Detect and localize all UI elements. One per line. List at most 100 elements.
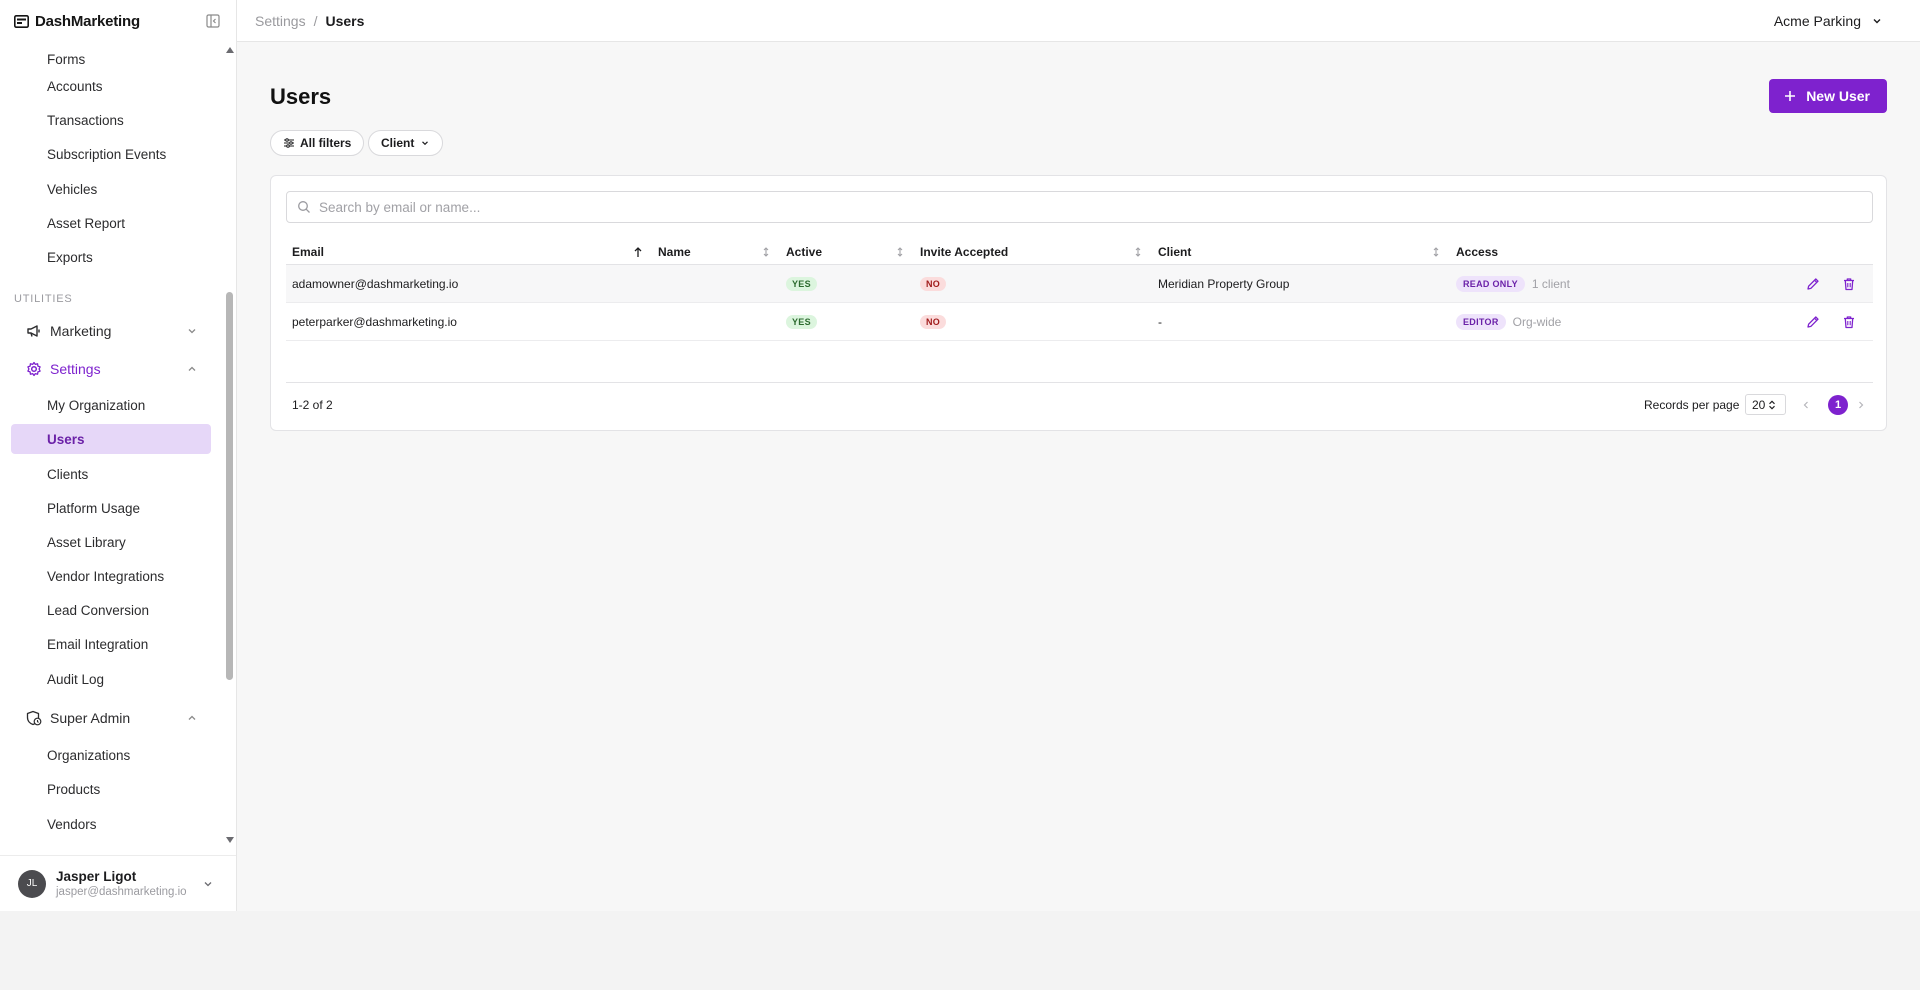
app-root: DashMarketing Forms Accounts Transaction… [0,0,1920,911]
sort-icon[interactable] [1133,246,1143,258]
chevron-down-icon [420,138,430,148]
records-per-page-label: Records per page [1644,398,1740,412]
all-filters-button[interactable]: All filters [270,130,365,156]
new-user-button-label: New User [1806,88,1870,104]
record-count: 1-2 of 2 [292,398,333,412]
nav-group-settings[interactable]: Settings [26,354,198,384]
org-switcher[interactable]: Acme Parking [1774,13,1883,29]
edit-pencil-icon[interactable] [1806,315,1820,329]
user-menu[interactable]: JL Jasper Ligot jasper@dashmarketing.io [0,855,236,911]
chevron-down-icon [186,325,198,337]
previous-page-icon[interactable] [1801,400,1811,410]
next-page-icon[interactable] [1856,400,1866,410]
nav-item-accounts[interactable]: Accounts [47,71,103,101]
cell-email: adamowner@dashmarketing.io [292,276,459,291]
search-box[interactable] [286,191,1873,223]
nav-item-audit-log[interactable]: Audit Log [47,664,104,694]
nav-group-super-admin[interactable]: Super Admin [26,703,198,733]
cell-access: READ ONLY 1 client [1456,265,1570,302]
access-scope: Org-wide [1512,314,1562,329]
sort-icon[interactable] [1431,246,1441,258]
column-header-access: Access [1456,245,1499,259]
delete-trash-icon[interactable] [1842,315,1856,329]
user-email: jasper@dashmarketing.io [56,886,187,898]
table-row[interactable]: adamowner@dashmarketing.io YES NO Meridi… [286,265,1873,303]
nav-item-my-organization[interactable]: My Organization [47,390,145,420]
page-title: Users [270,84,332,109]
cell-active: YES [786,265,817,302]
client-filter-button[interactable]: Client [368,130,444,156]
table-row[interactable]: peterparker@dashmarketing.io YES NO - ED… [286,303,1873,341]
delete-trash-icon[interactable] [1842,277,1856,291]
breadcrumb-settings[interactable]: Settings [255,13,306,29]
nav-item-transactions[interactable]: Transactions [47,105,124,135]
nav-item-forms[interactable]: Forms [47,44,85,74]
scrollbar-thumb[interactable] [226,292,233,680]
sort-icon[interactable] [895,246,905,258]
column-header-active[interactable]: Active [786,241,822,263]
records-per-page-select[interactable]: 20 [1745,394,1786,415]
topbar: Settings / Users Acme Parking [237,0,1920,42]
status-badge: NO [920,314,947,329]
nav-item-vendors[interactable]: Vendors [47,809,97,839]
status-badge: YES [786,276,817,291]
all-filters-label: All filters [300,136,352,150]
nav-item-products[interactable]: Products [47,774,100,804]
nav-item-exports[interactable]: Exports [47,242,93,272]
nav-item-clients[interactable]: Clients [47,459,88,489]
brand-name: DashMarketing [35,12,140,30]
breadcrumb-current: Users [325,12,365,29]
nav-item-users[interactable]: Users [11,424,211,454]
column-header-name[interactable]: Name [658,241,691,263]
brand-logo-icon [14,14,29,28]
select-updown-icon [1768,400,1776,410]
brand: DashMarketing [0,0,236,42]
chevron-down-icon [202,878,214,890]
user-name: Jasper Ligot [56,869,137,884]
scroll-up-arrow-icon[interactable] [226,47,234,53]
sort-icon[interactable] [761,246,771,258]
column-header-email[interactable]: Email [292,241,324,263]
scroll-down-arrow-icon[interactable] [226,837,234,843]
nav-item-asset-library[interactable]: Asset Library [47,527,126,557]
page-number-current[interactable]: 1 [1828,395,1848,415]
chevron-up-icon [186,363,198,375]
access-badge: READ ONLY [1456,275,1525,292]
chevron-down-icon [1871,15,1883,27]
nav-item-platform-usage[interactable]: Platform Usage [47,493,140,523]
nav-item-subscription-events[interactable]: Subscription Events [47,139,166,169]
gear-icon [26,361,42,377]
nav-item-email-integration[interactable]: Email Integration [47,629,148,659]
cell-email: peterparker@dashmarketing.io [292,314,457,329]
chevron-up-icon [186,712,198,724]
nav-item-asset-report[interactable]: Asset Report [47,208,125,238]
nav-item-vendor-integrations[interactable]: Vendor Integrations [47,561,164,591]
sidebar: DashMarketing Forms Accounts Transaction… [0,0,237,911]
table-footer-divider [286,382,1873,383]
sidebar-scrollbar[interactable] [225,42,235,843]
column-header-client[interactable]: Client [1158,241,1191,263]
nav-group-super-admin-label: Super Admin [50,710,131,726]
search-input[interactable] [319,199,1819,215]
edit-pencil-icon[interactable] [1806,277,1820,291]
status-badge: NO [920,276,947,291]
nav-group-marketing[interactable]: Marketing [26,316,198,346]
new-user-button[interactable]: New User [1769,79,1887,113]
cell-client: - [1158,314,1162,329]
nav-item-lead-conversion[interactable]: Lead Conversion [47,595,149,625]
nav-item-vehicles[interactable]: Vehicles [47,174,97,204]
filter-sliders-icon [283,137,295,149]
org-switcher-label: Acme Parking [1773,13,1861,29]
cell-access: EDITOR Org-wide [1456,303,1561,340]
users-table-card: Email Name Active Invite Accepted Client… [270,175,1887,431]
access-scope: 1 client [1531,276,1570,291]
breadcrumb-separator: / [313,12,318,29]
section-label-utilities: UTILITIES [14,293,73,305]
avatar: JL [18,869,46,898]
sort-ascending-icon[interactable] [633,246,643,258]
nav-item-organizations[interactable]: Organizations [47,740,130,770]
column-header-invite-accepted[interactable]: Invite Accepted [920,241,1008,263]
sidebar-nav: Forms Accounts Transactions Subscription… [0,42,236,843]
breadcrumb: Settings / Users [255,13,364,29]
sidebar-collapse-icon[interactable] [205,13,221,29]
